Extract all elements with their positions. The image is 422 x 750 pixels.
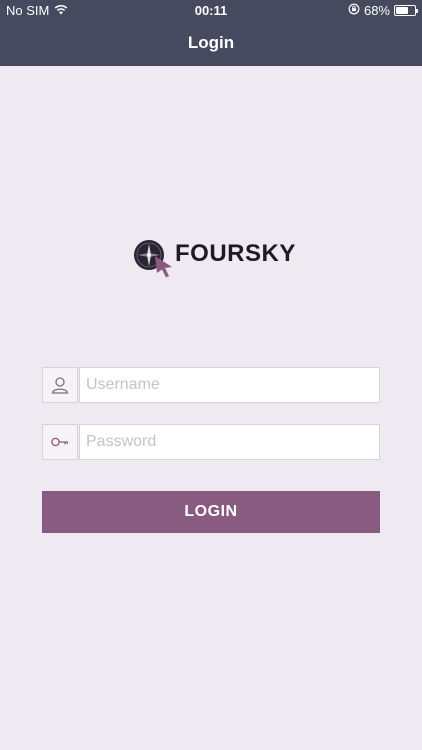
battery-fill bbox=[396, 7, 408, 14]
key-icon bbox=[42, 424, 78, 460]
username-input[interactable] bbox=[79, 367, 380, 403]
app-logo: FOURSKY bbox=[133, 236, 296, 280]
top-bar: No SIM 00:11 68% Login bbox=[0, 0, 422, 66]
battery-tip bbox=[416, 9, 418, 13]
logo-text: FOURSKY bbox=[175, 240, 296, 267]
status-bar: No SIM 00:11 68% bbox=[0, 0, 422, 22]
battery-percent: 68% bbox=[363, 3, 390, 18]
orientation-lock-icon bbox=[348, 3, 360, 18]
status-right: 68% bbox=[348, 3, 418, 18]
login-button[interactable]: LOGIN bbox=[42, 491, 380, 533]
password-field bbox=[42, 424, 380, 460]
page-title: Login bbox=[187, 33, 235, 52]
password-input[interactable] bbox=[79, 424, 380, 460]
battery-icon bbox=[394, 5, 418, 16]
username-field bbox=[42, 367, 380, 403]
compass-cursor-logo-icon bbox=[133, 236, 179, 280]
user-icon bbox=[42, 367, 78, 403]
